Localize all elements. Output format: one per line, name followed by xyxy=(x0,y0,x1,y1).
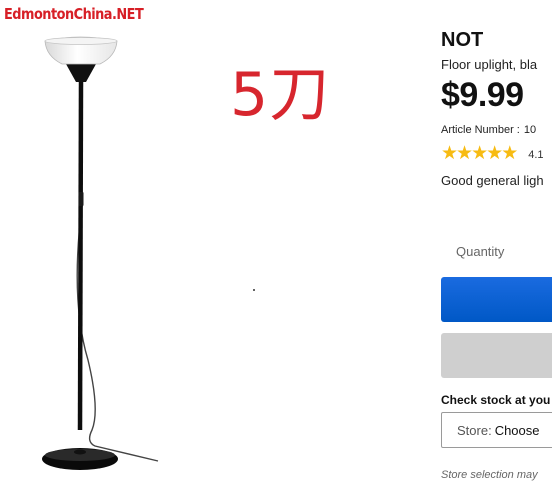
rating-value: 4.1 xyxy=(528,149,544,161)
product-price: $9.99 xyxy=(441,76,524,114)
star-icon: ★ xyxy=(501,143,519,164)
rating-stars: ★ ★ ★ ★ ★ xyxy=(441,143,519,164)
price-overlay-annotation: 5刀 xyxy=(230,60,331,130)
store-label: Store: xyxy=(457,423,492,438)
store-select[interactable]: Store: Choose xyxy=(441,412,552,448)
quantity-label: Quantity xyxy=(456,244,505,259)
article-number-label: Article Number : xyxy=(441,124,520,136)
product-summary: Good general ligh xyxy=(441,173,544,188)
product-rating[interactable]: ★ ★ ★ ★ ★ 4.1 xyxy=(441,144,544,163)
store-select-label: Store: Choose xyxy=(457,423,540,438)
article-number-value: 10 xyxy=(523,124,537,136)
check-stock-heading: Check stock at you xyxy=(441,393,551,407)
product-description: Floor uplight, bla xyxy=(441,57,538,72)
article-number: Article Number :10 xyxy=(441,124,536,136)
product-info-panel: NOT Floor uplight, bla $9.99 Article Num… xyxy=(441,0,552,482)
store-selection-hint: Store selection may xyxy=(441,469,538,481)
store-select-value: Choose xyxy=(494,423,540,438)
add-to-shopping-list-button[interactable] xyxy=(441,333,552,378)
buy-online-button[interactable] xyxy=(441,277,552,322)
product-name: NOT xyxy=(441,29,484,51)
floor-lamp-image xyxy=(42,36,159,470)
stray-dot xyxy=(253,289,255,291)
